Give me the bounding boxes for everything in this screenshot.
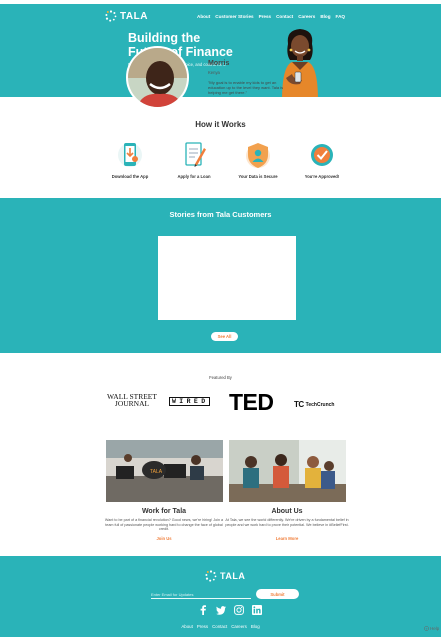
nav-faq[interactable]: FAQ [336, 14, 345, 19]
story-customer-name: Morris [208, 60, 230, 67]
instagram-icon[interactable] [234, 605, 244, 615]
learn-more-link[interactable]: Learn More [217, 536, 357, 541]
tala-logo-icon [205, 570, 217, 582]
wired-letters: WIRED [169, 397, 210, 406]
story-customer-location: Kenya [208, 70, 220, 75]
nav-blog[interactable]: Blog [320, 14, 330, 19]
wired-wordmark: WIRED [169, 397, 210, 406]
work-for-tala-image: TALA [106, 440, 223, 502]
footer-nav-press[interactable]: Press [197, 624, 208, 629]
story-customer-photo [126, 46, 189, 109]
wired-logo[interactable]: WIRED [169, 397, 210, 406]
hero-title-line1: Building the [128, 31, 201, 45]
nav-contact[interactable]: Contact [276, 14, 293, 19]
ted-logo[interactable]: TED [229, 390, 274, 414]
help-icon: ? [424, 626, 429, 631]
join-us-link[interactable]: Join Us [94, 536, 234, 541]
how-it-works-title: How it Works [195, 120, 246, 129]
facebook-icon[interactable] [198, 605, 208, 615]
step-label: Download the App [111, 174, 149, 179]
step-apply-loan: Apply for a Loan [164, 140, 224, 179]
check-circle-icon [311, 144, 333, 166]
shield-person-icon [246, 143, 270, 168]
nav-press[interactable]: Press [259, 14, 272, 19]
svg-text:TALA: TALA [150, 469, 163, 475]
help-label: Help [430, 626, 440, 631]
featured-by-title: Featured By [209, 375, 232, 380]
svg-text:?: ? [426, 627, 428, 631]
step-data-secure: Your Data is Secure [228, 140, 288, 179]
story-card [158, 236, 296, 320]
step-download-app: Download the App [100, 140, 160, 179]
tala-logo-icon [105, 10, 117, 22]
nav-customer-stories[interactable]: Customer Stories [215, 14, 253, 19]
footer-nav-blog[interactable]: Blog [251, 624, 260, 629]
footer-nav: About Press Contact Careers Blog [0, 624, 441, 629]
techcrunch-wordmark: TechCrunch [305, 401, 335, 408]
brand-name: TALA [120, 10, 148, 22]
how-it-works-steps: Download the App Apply for a Loan Your D… [100, 140, 360, 190]
wsj-logo-line2: JOURNAL [114, 399, 150, 408]
about-us-image [229, 440, 346, 502]
footer-nav-careers[interactable]: Careers [231, 624, 247, 629]
twitter-icon[interactable] [216, 605, 226, 615]
footer-logo[interactable]: TALA [205, 570, 245, 582]
ted-wordmark: TED [229, 389, 274, 415]
morris-portrait-image [128, 48, 187, 107]
email-updates-input[interactable] [151, 590, 251, 599]
submit-button[interactable]: Submit [256, 589, 299, 599]
step-label: Apply for a Loan [177, 174, 211, 179]
footer-nav-contact[interactable]: Contact [212, 624, 227, 629]
work-for-tala-text: Want to be part of a financial revolutio… [104, 518, 224, 531]
brand-logo[interactable]: TALA [105, 10, 148, 22]
about-us-title: About Us [271, 508, 303, 515]
linkedin-icon[interactable] [252, 605, 262, 615]
footer: TALA Submit About Press Contact Careers … [0, 556, 441, 637]
nav-careers[interactable]: Careers [298, 14, 315, 19]
main-nav: About Customer Stories Press Contact Car… [197, 14, 345, 19]
story-quote: "My goal is to enable my kids to get an … [208, 80, 284, 95]
phone-download-icon [118, 143, 142, 167]
step-label: You're Approved! [304, 174, 340, 179]
footer-nav-about[interactable]: About [181, 624, 192, 629]
step-label: Your Data is Secure [238, 174, 278, 179]
help-widget[interactable]: ? Help [424, 626, 439, 631]
clipboard-pencil-icon [185, 142, 206, 167]
see-all-button[interactable]: See All [211, 332, 238, 341]
techcrunch-mark: TC [294, 400, 304, 409]
nav-about[interactable]: About [197, 14, 210, 19]
about-us-text: At Tala, we see the world differently. W… [225, 518, 349, 527]
step-approved: You're Approved! [292, 140, 352, 179]
customer-stories-section: Stories from Tala Customers See All [0, 198, 441, 353]
social-links [198, 605, 262, 615]
footer-brand-name: TALA [220, 571, 246, 581]
work-for-tala-title: Work for Tala [141, 508, 187, 515]
techcrunch-logo[interactable]: TC TechCrunch [294, 400, 334, 409]
wsj-logo[interactable]: WALL STREET JOURNAL [106, 393, 158, 408]
stories-title: Stories from Tala Customers [169, 210, 272, 219]
